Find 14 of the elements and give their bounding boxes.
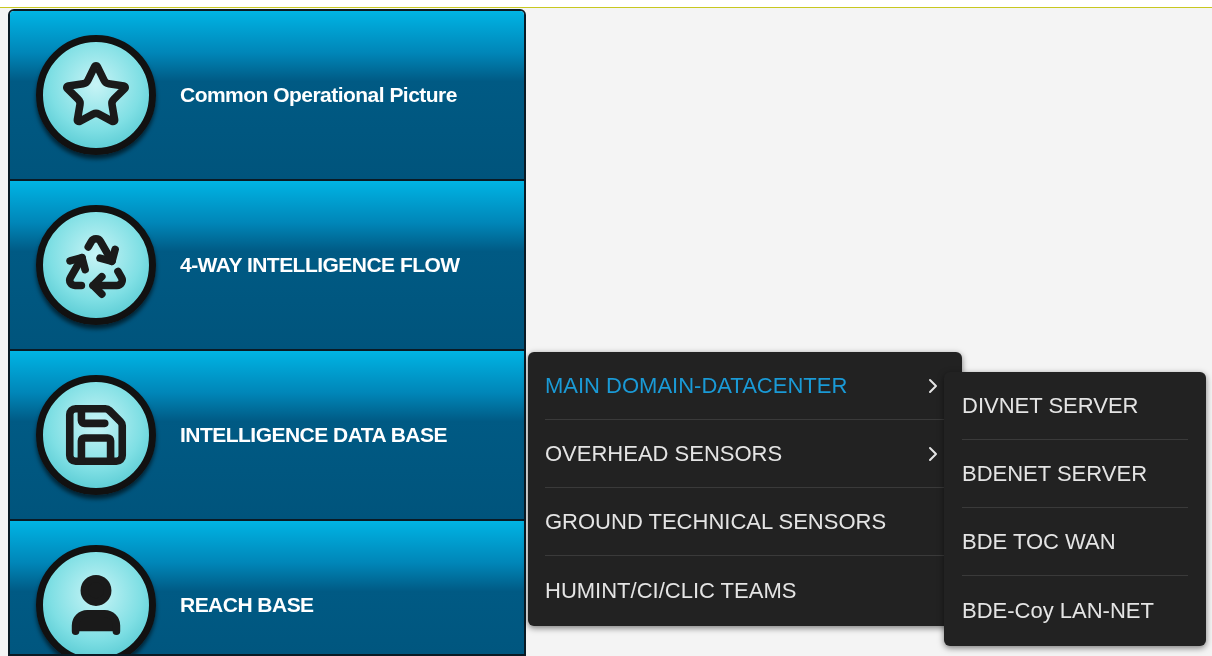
submenu-item[interactable]: DIVNET SERVER: [962, 372, 1188, 440]
submenu-item[interactable]: BDE TOC WAN: [962, 508, 1188, 576]
tile-label: INTELLIGENCE DATA BASE: [180, 422, 447, 449]
menu-tile[interactable]: REACH BASE: [10, 521, 524, 654]
tile-label: REACH BASE: [180, 592, 314, 619]
menu-item[interactable]: HUMINT/CI/CLIC TEAMS: [545, 556, 945, 624]
tile-label: 4-WAY INTELLIGENCE FLOW: [180, 252, 460, 279]
menu-tile[interactable]: Common Operational Picture: [10, 11, 524, 181]
tile-label: Common Operational Picture: [180, 82, 457, 109]
submenu-item[interactable]: BDE-Coy LAN-NET: [962, 576, 1188, 644]
menu-tile[interactable]: INTELLIGENCE DATA BASE: [10, 351, 524, 521]
submenu-item[interactable]: BDENET SERVER: [962, 440, 1188, 508]
menu-tile[interactable]: 4-WAY INTELLIGENCE FLOW: [10, 181, 524, 351]
user-icon: [36, 545, 156, 654]
